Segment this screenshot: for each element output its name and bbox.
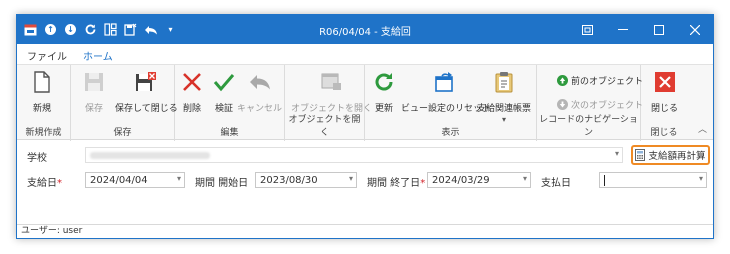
next-object-button[interactable]: 次のオブジェクト — [557, 98, 643, 111]
app-window: ↑ ↓ ▾ R06/04/04 - 支給回 ファイル ホーム 新規 新規作成 保… — [16, 14, 714, 239]
period-start-label: 期間 開始日 — [195, 178, 249, 189]
group-edit: 削除 検証 キャンセル 編集 — [175, 65, 285, 141]
group-new: 新規 新規作成 — [17, 65, 71, 141]
group-label-navigation: レコードのナビゲーション — [539, 115, 638, 138]
group-label-close: 閉じる — [650, 128, 678, 138]
arrow-down-circle-icon — [557, 99, 568, 110]
status-bar: ユーザー: user — [17, 224, 713, 238]
detail-form: 学校 ▾ 支給額再計算 支給日* 2024/04/04 ▾ 期間 開始日 202… — [17, 141, 713, 223]
save-close-button[interactable]: 保存して閉じる — [115, 69, 178, 114]
chevron-down-icon[interactable]: ▾ — [177, 174, 181, 183]
period-start-field[interactable]: 2023/08/30 ▾ — [255, 172, 357, 188]
delete-x-icon — [179, 69, 205, 95]
close-red-icon — [652, 69, 678, 95]
payment-date-label: 支払日 — [541, 178, 571, 189]
group-view: 更新 ビュー設定のリセット 支給関連帳票 ▾ 表示 — [365, 65, 537, 141]
group-label-view: 表示 — [441, 128, 460, 138]
pay-date-label: 支給日* — [27, 178, 62, 189]
group-navigation: 前のオブジェクト 次のオブジェクト レコードのナビゲーション — [537, 65, 643, 141]
period-end-field[interactable]: 2024/03/29 ▾ — [427, 172, 531, 188]
reset-view-icon — [433, 69, 459, 95]
close-icon[interactable] — [677, 15, 713, 44]
group-label-new: 新規作成 — [25, 128, 62, 138]
save-close-icon — [133, 69, 159, 95]
school-label: 学校 — [27, 153, 47, 164]
chevron-down-icon[interactable]: ▾ — [349, 174, 353, 183]
required-mark: * — [57, 178, 62, 189]
group-close: 閉じる 閉じる — [641, 65, 687, 141]
save-button[interactable]: 保存 — [81, 69, 107, 114]
window-layout-icon[interactable] — [569, 15, 605, 44]
close-button[interactable]: 閉じる — [651, 69, 678, 114]
chevron-down-icon[interactable]: ▾ — [699, 174, 703, 183]
chevron-down-icon: ▾ — [614, 149, 619, 158]
group-label-save: 保存 — [113, 128, 132, 138]
window-controls — [569, 15, 713, 44]
arrow-up-circle-icon — [557, 75, 568, 86]
new-button[interactable]: 新規 — [29, 69, 55, 114]
open-object-button[interactable]: オブジェクトを開く — [291, 69, 372, 114]
delete-button[interactable]: 削除 — [179, 69, 205, 114]
required-mark: * — [420, 178, 426, 189]
ribbon: 新規 新規作成 保存 保存して閉じる 保存 削除 検証 キャンセル 編集 オブジ… — [17, 64, 713, 141]
recalculate-button[interactable]: 支給額再計算 — [631, 145, 710, 165]
group-save: 保存 保存して閉じる 保存 — [71, 65, 178, 141]
checkmark-icon — [211, 69, 237, 95]
open-window-icon — [319, 69, 345, 95]
new-document-icon — [29, 69, 55, 95]
group-open: オブジェクトを開く オブジェクトを開く — [285, 65, 372, 141]
verify-button[interactable]: 検証 — [211, 69, 237, 114]
report-dropdown-icon: ▾ — [502, 115, 507, 124]
calculator-icon — [635, 149, 646, 161]
group-label-open: オブジェクトを開く — [288, 115, 361, 138]
save-icon — [81, 69, 107, 95]
maximize-icon[interactable] — [641, 15, 677, 44]
clipboard-icon — [491, 69, 517, 95]
refresh-button[interactable]: 更新 — [371, 69, 397, 114]
status-user: ユーザー: user — [21, 226, 83, 236]
cancel-button[interactable]: キャンセル — [237, 69, 282, 114]
minimize-icon[interactable] — [605, 15, 641, 44]
prev-object-button[interactable]: 前のオブジェクト — [557, 74, 643, 87]
text-cursor — [604, 175, 605, 186]
undo-arrow-icon — [247, 69, 273, 95]
refresh-icon — [371, 69, 397, 95]
report-button[interactable]: 支給関連帳票 ▾ — [477, 69, 531, 124]
title-bar: ↑ ↓ ▾ R06/04/04 - 支給回 — [17, 15, 713, 44]
ribbon-tabs: ファイル ホーム — [17, 44, 713, 67]
school-field[interactable]: ▾ — [85, 147, 623, 163]
group-label-edit: 編集 — [220, 128, 239, 138]
collapse-ribbon-icon[interactable]: ︿ — [698, 122, 707, 135]
period-end-label: 期間 終了日* — [367, 178, 426, 189]
payment-date-field[interactable]: ▾ — [599, 172, 707, 188]
pay-date-field[interactable]: 2024/04/04 ▾ — [85, 172, 185, 188]
school-value-blurred — [90, 151, 210, 159]
chevron-down-icon[interactable]: ▾ — [523, 174, 527, 183]
tab-file[interactable]: ファイル — [27, 48, 67, 63]
